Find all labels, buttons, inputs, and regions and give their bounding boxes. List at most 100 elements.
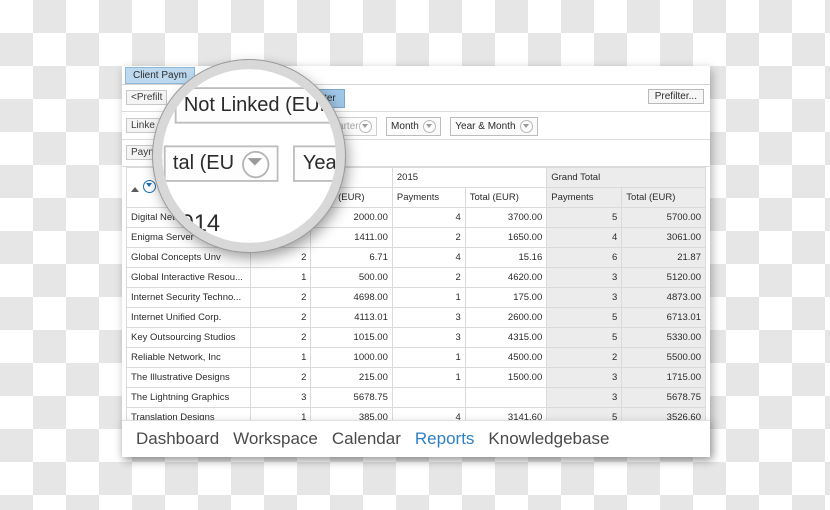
cell-payments-grand-total[interactable]: 3 [546, 267, 623, 288]
cell-total-grand-total[interactable]: 6713.01 [621, 307, 706, 328]
cell-total-2015[interactable]: 1650.00 [464, 227, 548, 248]
cell-total-2015[interactable]: 4620.00 [464, 267, 548, 288]
prefilter-button[interactable]: Prefilter... [647, 89, 704, 104]
cell-payments-2015[interactable]: 4 [391, 247, 466, 268]
nav-item-calendar[interactable]: Calendar [332, 429, 401, 449]
cell-total-grand-total[interactable]: 21.87 [621, 247, 706, 268]
cell-total-grand-total[interactable]: 5330.00 [621, 327, 706, 348]
cell-total-2015[interactable]: 4500.00 [464, 347, 548, 368]
cell-client[interactable]: Global Interactive Resou... [125, 267, 252, 288]
cell-client[interactable]: Internet Unified Corp. [125, 307, 252, 328]
cell-client[interactable]: The Illustrative Designs [125, 367, 252, 388]
magnified-tab-client-payments[interactable]: Client Paym [162, 69, 208, 79]
chip-label: tal (EU [172, 152, 235, 175]
filter-funnel-icon[interactable] [519, 120, 533, 133]
cell-total-grand-total[interactable]: 5120.00 [621, 267, 706, 288]
cell-total-grand-total[interactable]: 5700.00 [621, 207, 706, 228]
cell-total-2014[interactable]: 215.00 [310, 367, 393, 388]
cell-payments-grand-total[interactable]: 3 [546, 287, 623, 308]
cell-payments-2014[interactable]: 2 [250, 367, 312, 388]
cell-payments-2015[interactable]: 3 [391, 327, 466, 348]
linked-row-label: Linke [126, 118, 160, 133]
table-row: Global Interactive Resou... 1 500.00 2 4620.… [125, 267, 706, 288]
cell-total-2014[interactable]: 6.71 [310, 247, 393, 268]
cell-payments-grand-total[interactable]: 5 [546, 327, 623, 348]
table-row: Reliable Network, Inc 1 1000.00 1 4500.00 2 55… [125, 347, 706, 368]
cell-payments-grand-total[interactable]: 3 [546, 387, 623, 408]
magnifier-lens: Client Paym <Prefilt Not Linked (EUR) Qu… [153, 60, 345, 252]
cell-client[interactable]: Internet Security Techno... [125, 287, 252, 308]
cell-payments-2014[interactable]: 1 [250, 267, 312, 288]
cell-payments-2015[interactable]: 1 [391, 367, 466, 388]
table-row: Key Outsourcing Studios 2 1015.00 3 4315.00 5… [125, 327, 706, 348]
chip-label: Not Linked (EUR) [183, 94, 336, 117]
cell-payments-2015[interactable]: 2 [391, 227, 466, 248]
magnifier-lens-inner: Client Paym <Prefilt Not Linked (EUR) Qu… [162, 69, 336, 243]
magnified-chip-year[interactable]: Year [293, 145, 336, 182]
nav-item-workspace[interactable]: Workspace [233, 429, 318, 449]
cell-payments-2014[interactable]: 2 [250, 307, 312, 328]
filter-funnel-active-icon[interactable] [143, 179, 156, 193]
cell-total-grand-total[interactable]: 3061.00 [621, 227, 706, 248]
cell-payments-2014[interactable]: 2 [250, 327, 312, 348]
cell-total-2015[interactable]: 3700.00 [464, 207, 548, 228]
chip-year-and-month[interactable]: Year & Month [450, 117, 538, 136]
pivot-subheader-total-gt: Total (EUR) [621, 187, 706, 208]
screenshot-canvas: Client Paym <Prefilt Not Linked (EUR) Qu… [0, 0, 830, 510]
cell-total-grand-total[interactable]: 5678.75 [621, 387, 706, 408]
cell-total-2015[interactable]: 175.00 [464, 287, 548, 308]
chip-month[interactable]: Month [386, 117, 441, 136]
nav-item-dashboard[interactable]: Dashboard [136, 429, 219, 449]
pivot-group-header-grand-total: Grand Total [546, 167, 706, 188]
table-row: The Lightning Graphics 3 5678.75 3 5678.75 [125, 387, 706, 408]
cell-payments-grand-total[interactable]: 3 [546, 367, 623, 388]
cell-client[interactable]: Reliable Network, Inc [125, 347, 252, 368]
cell-payments-2015[interactable]: 3 [391, 307, 466, 328]
cell-payments-2015[interactable]: 1 [391, 287, 466, 308]
cell-payments-2015[interactable]: 2 [391, 267, 466, 288]
cell-total-2015[interactable]: 4315.00 [464, 327, 548, 348]
magnified-chip-total-eur[interactable]: tal (EU [163, 145, 278, 182]
magnified-chip-not-linked-eur[interactable]: Not Linked (EUR) [174, 87, 336, 124]
cell-payments-grand-total[interactable]: 6 [546, 247, 623, 268]
cell-payments-grand-total[interactable]: 5 [546, 207, 623, 228]
nav-item-knowledgebase[interactable]: Knowledgebase [488, 429, 609, 449]
cell-total-2015[interactable]: 1500.00 [464, 367, 548, 388]
cell-payments-2014[interactable]: 2 [250, 287, 312, 308]
cell-payments-2015[interactable]: 4 [391, 207, 466, 228]
bottom-navigation-bar: Dashboard Workspace Calendar Reports Knowled… [122, 420, 710, 457]
filter-funnel-icon[interactable] [422, 120, 436, 133]
cell-client[interactable]: Key Outsourcing Studios [125, 327, 252, 348]
cell-payments-2014[interactable]: 3 [250, 387, 312, 408]
cell-total-2015[interactable]: 2600.00 [464, 307, 548, 328]
cell-payments-2015[interactable] [391, 387, 466, 408]
cell-total-2014[interactable]: 4113.01 [310, 307, 393, 328]
table-row: Internet Unified Corp. 2 4113.01 3 2600.00 5 6… [125, 307, 706, 328]
table-row: The Illustrative Designs 2 215.00 1 1500.00 3… [125, 367, 706, 388]
filter-funnel-icon[interactable] [241, 149, 269, 178]
cell-total-2014[interactable]: 1000.00 [310, 347, 393, 368]
cell-payments-grand-total[interactable]: 2 [546, 347, 623, 368]
cell-total-2015[interactable] [464, 387, 548, 408]
nav-item-reports[interactable]: Reports [415, 429, 475, 449]
pivot-group-header-2015: 2015 [391, 167, 548, 188]
cell-total-2014[interactable]: 5678.75 [310, 387, 393, 408]
pivot-subheader-payments-2015: Payments [391, 187, 466, 208]
sort-ascending-icon[interactable] [131, 187, 139, 193]
cell-total-2014[interactable]: 4698.00 [310, 287, 393, 308]
cell-total-grand-total[interactable]: 1715.00 [621, 367, 706, 388]
cell-payments-2014[interactable]: 1 [250, 347, 312, 368]
chip-label: Month [391, 121, 419, 132]
cell-total-grand-total[interactable]: 5500.00 [621, 347, 706, 368]
cell-payments-grand-total[interactable]: 5 [546, 307, 623, 328]
cell-total-2014[interactable]: 1015.00 [310, 327, 393, 348]
cell-client[interactable]: The Lightning Graphics [125, 387, 252, 408]
cell-payments-grand-total[interactable]: 4 [546, 227, 623, 248]
magnified-group-header-2014: 2014 [167, 209, 221, 237]
magnified-field-chips: tal (EU Year Quarter Month [163, 145, 336, 182]
cell-total-2014[interactable]: 500.00 [310, 267, 393, 288]
cell-total-grand-total[interactable]: 4873.00 [621, 287, 706, 308]
cell-payments-2015[interactable]: 1 [391, 347, 466, 368]
filter-funnel-icon[interactable] [358, 120, 372, 133]
cell-total-2015[interactable]: 15.16 [464, 247, 548, 268]
